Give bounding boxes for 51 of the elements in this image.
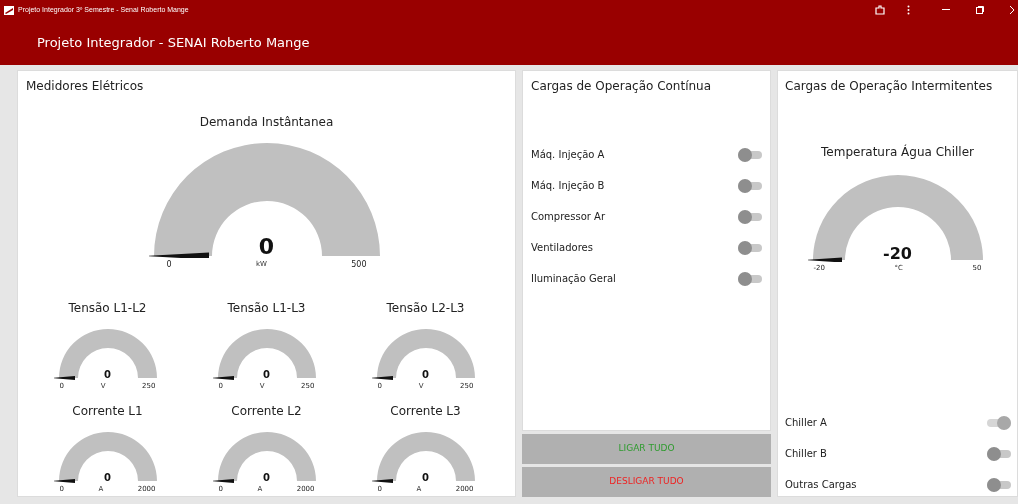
- panel-title: Cargas de Operação Intermitentes: [784, 78, 994, 95]
- gauge-max: 500: [351, 259, 367, 271]
- panel-title: Cargas de Operação Contínua: [530, 78, 713, 95]
- gauge-title: Corrente L3: [390, 402, 461, 420]
- gauge-title: Tensão L1-L2: [68, 300, 147, 317]
- load-label: Iluminação Geral: [531, 272, 616, 286]
- gauge-value: 0: [263, 472, 270, 483]
- toggle-switch[interactable]: [738, 271, 762, 286]
- gauge-needle: [53, 478, 75, 483]
- load-label: Compressor Ar: [531, 210, 605, 224]
- load-label: Outras Cargas: [785, 478, 857, 492]
- gauge-value: 0: [104, 472, 111, 483]
- gauge-min: 0: [166, 259, 172, 271]
- gauge-value: 0: [422, 472, 429, 483]
- toggle-switch[interactable]: [738, 147, 762, 162]
- gauge-needle: [212, 478, 234, 483]
- gauge-needle: [371, 376, 393, 380]
- panel-title: Medidores Elétricos: [25, 78, 145, 95]
- load-label: Ventiladores: [531, 241, 593, 255]
- gauge-needle: [53, 376, 75, 380]
- gauge-value: 0: [258, 236, 275, 258]
- app-icon: [4, 5, 14, 15]
- minimize-icon[interactable]: [942, 9, 950, 11]
- load-label: Máq. Injeção B: [531, 179, 605, 193]
- gauge-value: 0: [104, 370, 111, 380]
- toggle-switch[interactable]: [738, 178, 762, 193]
- gauge-value: 0: [422, 370, 429, 380]
- more-icon[interactable]: [907, 5, 910, 15]
- gauge-title: Corrente L1: [72, 402, 143, 420]
- toggle-switch[interactable]: [987, 415, 1011, 430]
- gauge-title: Demanda Instântanea: [199, 114, 334, 131]
- toggle-switch[interactable]: [738, 240, 762, 255]
- load-label: Máq. Injeção A: [531, 148, 605, 162]
- gauge-title: Tensão L2-L3: [386, 300, 465, 317]
- gauge-value: -20: [883, 246, 912, 262]
- gauge-title: Tensão L1-L3: [227, 300, 306, 317]
- load-label: Chiller A: [785, 416, 827, 430]
- gauge-title: Corrente L2: [231, 402, 302, 420]
- action-button[interactable]: DESLIGAR TUDO: [522, 467, 771, 497]
- gauge-needle: [371, 478, 393, 483]
- gauge-needle: [212, 376, 234, 380]
- action-button[interactable]: LIGAR TUDO: [522, 434, 771, 464]
- app-title: Projeto Integrador - SENAI Roberto Mange: [37, 33, 310, 52]
- close-icon[interactable]: [1010, 6, 1014, 14]
- gauge-title: Temperatura Água Chiller: [821, 143, 974, 161]
- gauge-value: 0: [263, 370, 270, 380]
- load-label: Chiller B: [785, 447, 827, 461]
- toggle-switch[interactable]: [987, 477, 1011, 492]
- toggle-switch[interactable]: [738, 209, 762, 224]
- toggle-switch[interactable]: [987, 446, 1011, 461]
- restore-icon[interactable]: [976, 6, 984, 14]
